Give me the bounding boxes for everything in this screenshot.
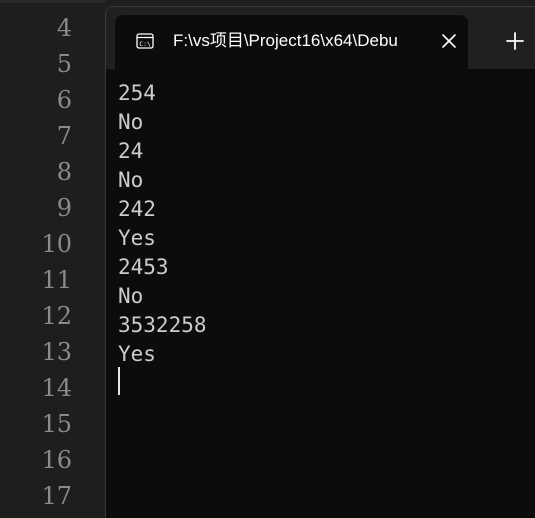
plus-icon[interactable]	[503, 29, 527, 53]
line-number: 16	[41, 446, 72, 474]
tab-bar: C:\ F:\vs项目\Project16\x64\Debu	[106, 7, 535, 69]
line-number: 17	[41, 482, 72, 510]
console-output[interactable]: 254 No 24 No 242 Yes 2453 No 3532258 Yes	[118, 79, 535, 369]
terminal-window[interactable]: C:\ F:\vs项目\Project16\x64\Debu 254 No 24…	[105, 6, 535, 518]
output-line: 3532258	[118, 313, 207, 337]
output-line: Yes	[118, 342, 156, 366]
line-number: 11	[41, 266, 72, 294]
line-number: 4	[56, 14, 72, 42]
line-number: 9	[56, 194, 72, 222]
terminal-icon: C:\	[136, 32, 154, 50]
output-line: 242	[118, 197, 156, 221]
line-number: 7	[56, 122, 72, 150]
svg-text:C:\: C:\	[139, 40, 151, 48]
editor-top-border	[0, 0, 105, 3]
editor-gutter: 4 5 6 7 8 9 10 11 12 13 14 15 16 17	[0, 0, 105, 518]
text-cursor	[118, 367, 120, 395]
output-line: No	[118, 284, 144, 308]
line-number: 13	[41, 338, 72, 366]
tab-title: F:\vs项目\Project16\x64\Debu	[173, 31, 398, 50]
output-line: 2453	[118, 255, 169, 279]
line-number: 5	[56, 50, 72, 78]
line-number: 8	[56, 158, 72, 186]
screen: 4 5 6 7 8 9 10 11 12 13 14 15 16 17 C:\	[0, 0, 535, 518]
terminal-tab[interactable]: C:\ F:\vs项目\Project16\x64\Debu	[115, 15, 468, 69]
output-line: 24	[118, 139, 144, 163]
line-number: 15	[41, 410, 72, 438]
close-icon[interactable]	[437, 29, 461, 53]
output-line: No	[118, 168, 144, 192]
line-number: 12	[41, 302, 72, 330]
line-number: 14	[41, 374, 72, 402]
output-line: 254	[118, 81, 156, 105]
line-number: 6	[56, 86, 72, 114]
output-line: Yes	[118, 226, 156, 250]
output-line: No	[118, 110, 144, 134]
line-number: 10	[41, 230, 72, 258]
